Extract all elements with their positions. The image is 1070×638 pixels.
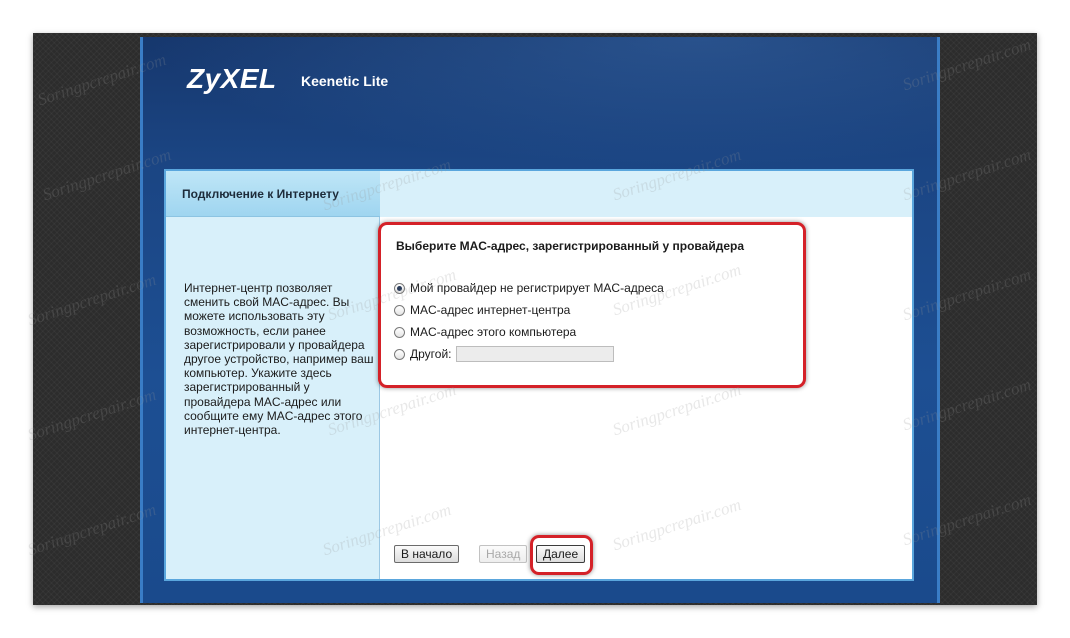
highlight-frame-next-button [530,535,593,575]
zyxel-logo: ZyXEL [187,63,277,94]
start-button[interactable]: В начало [394,545,460,563]
model-name: Keenetic Lite [301,73,389,89]
help-sidebar: Подключение к Интернету Интернет-центр п… [166,171,380,579]
header-glow [143,37,937,167]
help-text: Интернет-центр позволяет сменить свой MA… [184,281,374,438]
tab-internet-connection[interactable]: Подключение к Интернету [166,171,380,217]
panel-header-band [380,171,912,217]
back-button[interactable]: Назад [479,545,528,563]
highlight-frame-mac-options [378,222,806,388]
